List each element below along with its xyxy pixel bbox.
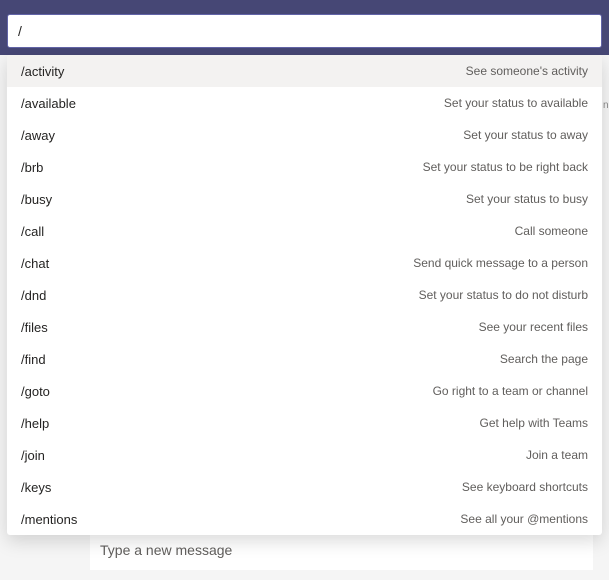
command-name: /dnd (21, 288, 46, 303)
command-item-chat[interactable]: /chat Send quick message to a person (7, 247, 602, 279)
command-name: /call (21, 224, 44, 239)
command-item-join[interactable]: /join Join a team (7, 439, 602, 471)
command-name: /busy (21, 192, 52, 207)
command-description: Call someone (515, 224, 588, 238)
command-item-help[interactable]: /help Get help with Teams (7, 407, 602, 439)
command-name: /activity (21, 64, 64, 79)
command-name: /chat (21, 256, 49, 271)
command-item-goto[interactable]: /goto Go right to a team or channel (7, 375, 602, 407)
command-description: Send quick message to a person (413, 256, 588, 270)
title-bar (0, 0, 609, 14)
command-item-activity[interactable]: /activity See someone's activity (7, 55, 602, 87)
command-name: /files (21, 320, 48, 335)
command-description: Set your status to available (444, 96, 588, 110)
command-item-call[interactable]: /call Call someone (7, 215, 602, 247)
command-suggestions-dropdown: /activity See someone's activity/availabl… (7, 55, 602, 535)
command-name: /help (21, 416, 49, 431)
command-item-dnd[interactable]: /dnd Set your status to do not disturb (7, 279, 602, 311)
command-description: Set your status to busy (466, 192, 588, 206)
command-description: Join a team (526, 448, 588, 462)
command-name: /join (21, 448, 45, 463)
command-item-available[interactable]: /available Set your status to available (7, 87, 602, 119)
command-description: Search the page (500, 352, 588, 366)
search-bar-container (0, 14, 609, 55)
command-search-box[interactable] (7, 14, 602, 48)
command-name: /brb (21, 160, 43, 175)
command-description: Set your status to do not disturb (419, 288, 588, 302)
command-name: /mentions (21, 512, 77, 527)
command-name: /available (21, 96, 76, 111)
command-name: /away (21, 128, 55, 143)
command-name: /goto (21, 384, 50, 399)
command-description: See someone's activity (466, 64, 588, 78)
command-description: See all your @mentions (460, 512, 588, 526)
command-description: Get help with Teams (480, 416, 589, 430)
command-item-files[interactable]: /files See your recent files (7, 311, 602, 343)
command-item-busy[interactable]: /busy Set your status to busy (7, 183, 602, 215)
right-edge-fragment: n (603, 55, 609, 580)
command-description: Go right to a team or channel (433, 384, 588, 398)
command-name: /keys (21, 480, 51, 495)
command-search-input[interactable] (18, 23, 591, 39)
command-item-brb[interactable]: /brb Set your status to be right back (7, 151, 602, 183)
message-compose-input[interactable] (100, 542, 583, 558)
command-name: /find (21, 352, 46, 367)
command-description: See keyboard shortcuts (462, 480, 588, 494)
command-description: See your recent files (479, 320, 588, 334)
command-description: Set your status to be right back (423, 160, 588, 174)
command-item-mentions[interactable]: /mentions See all your @mentions (7, 503, 602, 535)
command-item-keys[interactable]: /keys See keyboard shortcuts (7, 471, 602, 503)
command-item-find[interactable]: /find Search the page (7, 343, 602, 375)
command-item-away[interactable]: /away Set your status to away (7, 119, 602, 151)
command-description: Set your status to away (463, 128, 588, 142)
